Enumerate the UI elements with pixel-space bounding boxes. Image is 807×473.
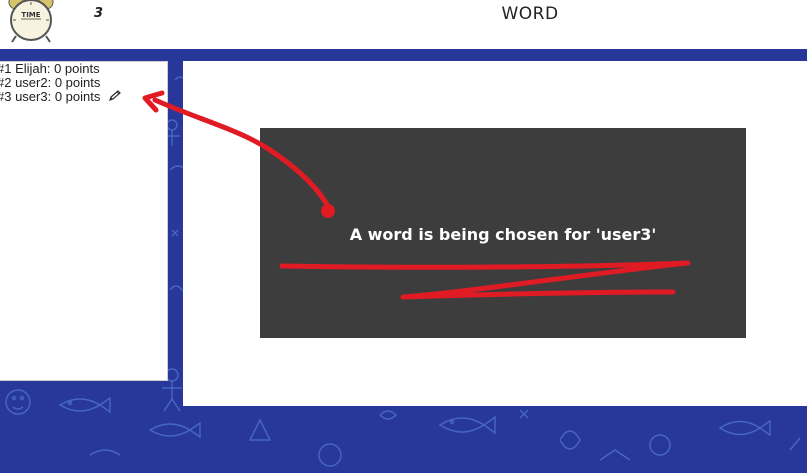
clock-label: TIME xyxy=(21,11,40,19)
player-label: #2 user2: 0 points xyxy=(0,75,101,90)
word-choice-overlay: A word is being chosen for 'user3' xyxy=(260,128,746,338)
round-number: 3 xyxy=(94,6,104,21)
top-bar: TIME 3 WORD xyxy=(0,0,807,49)
pencil-icon xyxy=(109,90,121,101)
word-display: WORD xyxy=(501,4,559,24)
drawing-canvas[interactable]: A word is being chosen for 'user3' xyxy=(183,61,807,406)
player-row[interactable]: #3 user3: 0 points xyxy=(0,90,167,104)
players-list: #1 Elijah: 0 points #2 user2: 0 points #… xyxy=(0,61,168,381)
player-label: #1 Elijah: 0 points xyxy=(0,61,100,76)
player-label: #3 user3: 0 points xyxy=(0,89,101,104)
alarm-clock-icon: TIME xyxy=(8,0,54,43)
player-row[interactable]: #2 user2: 0 points xyxy=(0,76,167,90)
player-row[interactable]: #1 Elijah: 0 points xyxy=(0,62,167,76)
overlay-message: A word is being chosen for 'user3' xyxy=(349,225,657,244)
